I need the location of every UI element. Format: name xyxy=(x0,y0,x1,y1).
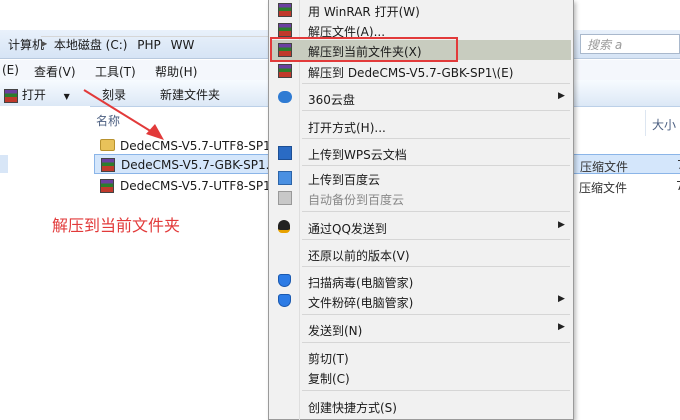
winrar-icon xyxy=(278,23,292,37)
menu-separator xyxy=(302,211,570,212)
cloud-icon xyxy=(278,91,292,103)
file-type: 压缩文件 xyxy=(579,181,628,195)
navigation-selection xyxy=(0,155,8,173)
shield-icon xyxy=(278,294,291,307)
menu-item-restore-previous[interactable]: 还原以前的版本(V) xyxy=(271,244,571,264)
menu-item-label: 复制(C) xyxy=(308,372,350,386)
breadcrumb-computer[interactable]: 计算机 xyxy=(8,38,44,52)
menu-item-send-via-qq[interactable]: 通过QQ发送到 ▶ xyxy=(271,217,571,237)
menu-item-label: 自动备份到百度云 xyxy=(308,193,405,207)
menu-separator xyxy=(302,138,570,139)
file-type: 压缩文件 xyxy=(580,160,629,174)
menu-item-label: 上传到WPS云文档 xyxy=(308,148,407,162)
qq-icon xyxy=(278,220,290,233)
baidu-cloud-icon xyxy=(278,171,292,185)
menu-help[interactable]: 帮助(H) xyxy=(155,63,197,80)
menu-item-label: 解压到 DedeCMS-V5.7-GBK-SP1\(E) xyxy=(308,66,514,80)
file-name: DedeCMS-V5.7-UTF8-SP1 xyxy=(120,179,271,193)
menu-edit[interactable]: (E) xyxy=(2,63,19,77)
open-button-label: 打开 xyxy=(21,88,46,102)
highlight-box xyxy=(270,37,458,62)
menu-item-send-to[interactable]: 发送到(N) ▶ xyxy=(271,319,571,339)
menu-view[interactable]: 查看(V) xyxy=(34,63,76,80)
menu-item-label: 通过QQ发送到 xyxy=(308,222,387,236)
menu-separator xyxy=(302,83,570,84)
breadcrumb-php[interactable]: PHP xyxy=(137,38,161,52)
menu-item-label: 360云盘 xyxy=(308,93,355,107)
search-input[interactable]: 搜索 a xyxy=(580,34,680,54)
menu-item-open-with[interactable]: 打开方式(H)... xyxy=(271,116,571,136)
baidu-cloud-icon xyxy=(278,191,292,205)
menu-item-label: 扫描病毒(电脑管家) xyxy=(308,276,414,290)
menu-item-label: 文件粉碎(电脑管家) xyxy=(308,296,414,310)
menu-item-label: 还原以前的版本(V) xyxy=(308,249,410,263)
menu-item-label: 打开方式(H)... xyxy=(308,121,386,135)
winrar-archive-icon xyxy=(100,179,114,193)
menu-item-label: 发送到(N) xyxy=(308,324,363,338)
menu-separator xyxy=(302,266,570,267)
menu-item-copy[interactable]: 复制(C) xyxy=(271,367,571,387)
menu-item-label: 用 WinRAR 打开(W) xyxy=(308,5,420,19)
submenu-arrow-icon: ▶ xyxy=(558,91,565,101)
annotation-label: 解压到当前文件夹 xyxy=(52,216,181,235)
menu-item-upload-baidu[interactable]: 上传到百度云 xyxy=(271,168,571,188)
menu-item-open-with-winrar[interactable]: 用 WinRAR 打开(W) xyxy=(271,0,571,20)
chevron-down-icon[interactable]: ▼ xyxy=(64,92,70,101)
menu-separator xyxy=(302,342,570,343)
menu-item-360-cloud[interactable]: 360云盘 ▶ xyxy=(271,88,571,108)
navigation-pane[interactable] xyxy=(0,106,90,420)
submenu-arrow-icon: ▶ xyxy=(558,322,565,332)
file-name: DedeCMS-V5.7-GBK-SP1.r xyxy=(121,158,275,172)
menu-item-label: 创建快捷方式(S) xyxy=(308,401,397,415)
menu-tools[interactable]: 工具(T) xyxy=(95,63,136,80)
menu-separator xyxy=(302,110,570,111)
winrar-icon xyxy=(4,88,18,103)
winrar-icon xyxy=(278,64,292,78)
column-size[interactable]: 大小 xyxy=(652,116,676,133)
winrar-archive-icon xyxy=(101,158,115,172)
menu-item-cut[interactable]: 剪切(T) xyxy=(271,347,571,367)
breadcrumb-local-disk[interactable]: 本地磁盘 (C:) xyxy=(54,38,128,52)
context-menu: 用 WinRAR 打开(W) 解压文件(A)... 解压到当前文件夹(X) 解压… xyxy=(268,0,574,420)
menu-item-label: 剪切(T) xyxy=(308,352,349,366)
menu-item-scan-virus[interactable]: 扫描病毒(电脑管家) xyxy=(271,271,571,291)
menu-separator xyxy=(302,314,570,315)
menu-item-create-shortcut[interactable]: 创建快捷方式(S) xyxy=(271,396,571,416)
shield-icon xyxy=(278,274,291,287)
submenu-arrow-icon: ▶ xyxy=(558,220,565,230)
menu-item-file-shredder[interactable]: 文件粉碎(电脑管家) ▶ xyxy=(271,291,571,311)
menu-separator xyxy=(302,390,570,391)
menu-separator xyxy=(302,165,570,166)
file-size: 7 xyxy=(676,179,680,193)
menu-item-label: 上传到百度云 xyxy=(308,173,381,187)
wps-icon xyxy=(278,146,292,160)
menu-item-backup-baidu[interactable]: 自动备份到百度云 xyxy=(271,188,571,208)
breadcrumb-www[interactable]: WW xyxy=(171,38,195,52)
annotation-arrow-icon xyxy=(83,89,164,140)
column-divider xyxy=(645,110,646,136)
menu-separator xyxy=(302,239,570,240)
menu-item-upload-wps[interactable]: 上传到WPS云文档 xyxy=(271,143,571,163)
submenu-arrow-icon: ▶ xyxy=(558,294,565,304)
open-button[interactable]: 打开 ▼ xyxy=(4,86,70,103)
winrar-icon xyxy=(278,3,292,17)
breadcrumb: ▸ 计算机 ▸ 本地磁盘 (C:) ▸ PHP ▸ WW xyxy=(8,36,309,53)
menu-item-extract-to-folder[interactable]: 解压到 DedeCMS-V5.7-GBK-SP1\(E) xyxy=(271,61,571,81)
